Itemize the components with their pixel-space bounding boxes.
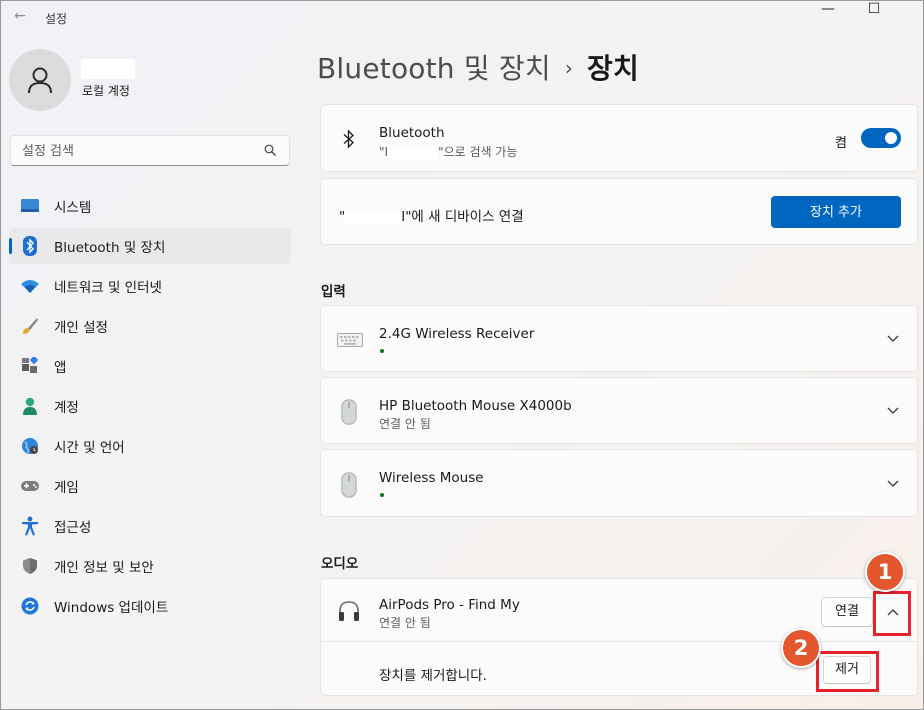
step-badge-1: 1 — [865, 552, 905, 592]
chevron-down-icon[interactable] — [887, 335, 899, 343]
sidebar-item-label: Bluetooth 및 장치 — [54, 240, 166, 256]
divider — [321, 641, 917, 642]
device-status: 연결 안 됨 — [379, 417, 431, 431]
sidebar-item-label: 계정 — [54, 400, 79, 416]
account-type: 로컬 계정 — [82, 84, 130, 98]
input-section-title: 입력 — [321, 284, 346, 300]
toggle-knob — [885, 132, 897, 144]
connected-status-dot — [380, 349, 384, 353]
maximize-button[interactable]: ☐ — [851, 1, 897, 21]
sidebar-item-apps[interactable]: 앱 — [9, 348, 291, 384]
sidebar-item-personalization[interactable]: 개인 설정 — [9, 308, 291, 344]
minimize-button[interactable]: — — [805, 1, 851, 21]
title-bar: ← 설정 — ☐ — [1, 1, 923, 33]
remove-device-text: 장치를 제거합니다. — [379, 668, 487, 684]
mouse-icon — [341, 472, 357, 498]
sidebar-item-label: 네트워크 및 인터넷 — [54, 280, 162, 296]
step-badge-2: 2 — [781, 628, 821, 668]
bluetooth-status: "I "으로 검색 가능 — [379, 145, 518, 159]
sidebar-nav: 시스템 Bluetooth 및 장치 네트워크 및 인터넷 개인 설정 앱 계정… — [9, 188, 291, 628]
sidebar-item-network[interactable]: 네트워크 및 인터넷 — [9, 268, 291, 304]
search-icon[interactable] — [264, 144, 277, 157]
sidebar-item-accounts[interactable]: 계정 — [9, 388, 291, 424]
sidebar-item-label: 시간 및 언어 — [54, 440, 125, 456]
sidebar-item-label: 시스템 — [54, 200, 92, 216]
sidebar-item-label: 접근성 — [54, 520, 92, 536]
add-device-text: " I"에 새 디바이스 연결 — [339, 209, 524, 225]
sidebar-item-time-language[interactable]: 시간 및 언어 — [9, 428, 291, 464]
device-name-redacted — [388, 146, 439, 159]
device-name: 2.4G Wireless Receiver — [379, 326, 535, 342]
device-row[interactable]: Wireless Mouse — [320, 449, 918, 517]
sidebar-item-label: 앱 — [54, 360, 67, 376]
sidebar-item-label: Windows 업데이트 — [54, 600, 169, 616]
apps-icon — [20, 356, 40, 376]
highlight-box-remove — [816, 651, 879, 692]
bluetooth-title: Bluetooth — [379, 125, 445, 141]
brush-icon — [20, 316, 40, 336]
highlight-box-expand — [873, 591, 911, 636]
bluetooth-toggle[interactable] — [861, 128, 901, 148]
wifi-icon — [20, 276, 40, 296]
mouse-icon — [341, 399, 357, 425]
device-row[interactable]: 2.4G Wireless Receiver — [320, 305, 918, 372]
breadcrumb-current: 장치 — [587, 52, 639, 85]
globe-icon — [20, 436, 40, 456]
device-name: AirPods Pro - Find My — [379, 597, 520, 613]
sidebar-item-label: 개인 정보 및 보안 — [54, 560, 154, 576]
device-status: 연결 안 됨 — [379, 616, 431, 630]
sidebar-item-system[interactable]: 시스템 — [9, 188, 291, 224]
chevron-down-icon[interactable] — [887, 480, 899, 488]
sidebar-item-label: 개인 설정 — [54, 320, 108, 336]
headphones-icon — [339, 601, 359, 621]
settings-window: ← 설정 — ☐ 로컬 계정 시스템 — [0, 0, 924, 710]
avatar — [9, 49, 71, 111]
profile-name-redacted — [81, 59, 135, 79]
gamepad-icon — [20, 476, 40, 496]
device-name: HP Bluetooth Mouse X4000b — [379, 398, 572, 414]
bluetooth-icon — [20, 236, 40, 256]
accessibility-icon — [20, 516, 40, 536]
sidebar-item-gaming[interactable]: 게임 — [9, 468, 291, 504]
audio-section-title: 오디오 — [321, 556, 359, 572]
sidebar-item-bluetooth[interactable]: Bluetooth 및 장치 — [9, 228, 291, 264]
sidebar-item-accessibility[interactable]: 접근성 — [9, 508, 291, 544]
settings-search[interactable] — [10, 135, 290, 166]
page-title: Bluetooth 및 장치 › 장치 — [317, 47, 639, 87]
app-title: 설정 — [45, 12, 68, 26]
sidebar-item-windows-update[interactable]: Windows 업데이트 — [9, 588, 291, 624]
breadcrumb-parent[interactable]: Bluetooth 및 장치 — [317, 52, 551, 85]
sidebar-item-privacy[interactable]: 개인 정보 및 보안 — [9, 548, 291, 584]
system-icon — [20, 196, 40, 216]
person-icon — [28, 67, 52, 94]
account-icon — [20, 396, 40, 416]
sidebar-item-label: 게임 — [54, 480, 79, 496]
bluetooth-icon — [343, 129, 354, 149]
add-device-button[interactable]: 장치 추가 — [771, 196, 901, 228]
connect-button[interactable]: 연결 — [821, 597, 873, 627]
device-row[interactable]: HP Bluetooth Mouse X4000b 연결 안 됨 — [320, 377, 918, 444]
connected-status-dot — [380, 493, 384, 497]
search-input[interactable] — [22, 141, 257, 161]
chevron-down-icon[interactable] — [887, 407, 899, 415]
shield-icon — [20, 556, 40, 576]
back-arrow-icon[interactable]: ← — [11, 7, 29, 25]
bluetooth-card: Bluetooth "I "으로 검색 가능 — [320, 104, 918, 172]
device-name: Wireless Mouse — [379, 470, 484, 486]
update-icon — [20, 596, 40, 616]
breadcrumb-separator: › — [564, 56, 574, 80]
device-name-redacted — [345, 210, 402, 224]
bluetooth-toggle-label: 켬 — [835, 136, 847, 151]
keyboard-icon — [337, 333, 363, 347]
